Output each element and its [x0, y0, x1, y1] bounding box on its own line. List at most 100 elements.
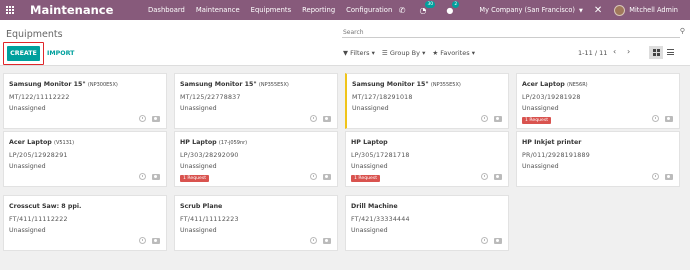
menu-equipments[interactable]: Equipments	[251, 6, 291, 14]
group-by-dropdown[interactable]: ☰ Group By ▾	[382, 49, 425, 57]
favorites-dropdown[interactable]: ★ Favorites ▾	[432, 49, 475, 57]
camera-icon[interactable]	[323, 238, 331, 244]
clock-icon[interactable]	[652, 115, 659, 122]
kanban-view-button[interactable]	[649, 46, 663, 59]
kanban-view-icon	[652, 49, 660, 56]
chevron-left-icon[interactable]: ‹	[613, 47, 616, 56]
camera-icon[interactable]	[494, 238, 502, 244]
owner-label: Unassigned	[351, 163, 388, 170]
menu-maintenance[interactable]: Maintenance	[196, 6, 240, 14]
camera-icon[interactable]	[152, 116, 160, 122]
camera-icon[interactable]	[152, 238, 160, 244]
owner-label: Unassigned	[351, 227, 388, 234]
equipment-model: (NP300E5X)	[87, 82, 118, 88]
card-title: HP Laptop	[351, 139, 388, 146]
serial-number: PR/011/2928191889	[522, 152, 590, 159]
card-title: Samsung Monitor 15" (NP300E5X)	[9, 81, 118, 88]
serial-number: LP/203/19281928	[522, 94, 581, 101]
clock-icon[interactable]	[652, 173, 659, 180]
equipment-name: Crosscut Saw: 8 ppi.	[9, 203, 82, 210]
camera-icon[interactable]	[494, 116, 502, 122]
search-icon[interactable]: ⚲	[680, 27, 685, 35]
equipment-card[interactable]: Samsung Monitor 15" (NP300E5X) MT/122/111…	[3, 73, 167, 129]
equipment-card[interactable]: Scrub Plane FT/411/11112223 Unassigned	[174, 195, 338, 251]
clock-icon[interactable]	[481, 115, 488, 122]
chevron-right-icon[interactable]: ›	[627, 47, 630, 56]
equipment-name: Scrub Plane	[180, 203, 223, 210]
camera-icon[interactable]	[665, 116, 673, 122]
equipment-card[interactable]: HP Laptop LP/305/17281718 Unassigned 1 Requ…	[345, 131, 509, 187]
camera-icon[interactable]	[323, 116, 331, 122]
close-icon[interactable]: ✕	[594, 5, 602, 16]
request-badge[interactable]: 1 Request	[180, 175, 210, 182]
request-badge[interactable]: 1 Request	[351, 175, 381, 182]
clock-icon[interactable]	[139, 237, 146, 244]
card-title: Acer Laptop (V5131)	[9, 139, 74, 146]
card-title: Drill Machine	[351, 203, 398, 210]
card-title: Samsung Monitor 15" (NP355E5X)	[180, 81, 289, 88]
clock-icon[interactable]	[139, 115, 146, 122]
owner-label: Unassigned	[522, 105, 559, 112]
owner-label: Unassigned	[180, 105, 217, 112]
equipment-card[interactable]: HP Laptop (17-j059nr) LP/303/28292090 Unas…	[174, 131, 338, 187]
messages-icon[interactable]: ● 2	[446, 0, 460, 15]
serial-number: FT/421/33334444	[351, 216, 410, 223]
menu-dashboard[interactable]: Dashboard	[148, 6, 185, 14]
clock-icon[interactable]	[481, 237, 488, 244]
owner-label: Unassigned	[180, 163, 217, 170]
clock-icon[interactable]	[310, 115, 317, 122]
equipment-name: Acer Laptop	[9, 139, 52, 146]
camera-icon[interactable]	[152, 174, 160, 180]
equipment-card[interactable]: Drill Machine FT/421/33334444 Unassigned	[345, 195, 509, 251]
user-name[interactable]: Mitchell Admin	[629, 6, 678, 14]
equipment-card[interactable]: Samsung Monitor 15" (NP355E5X) MT/127/182…	[345, 73, 509, 129]
owner-label: Unassigned	[352, 105, 389, 112]
clock-icon[interactable]	[481, 173, 488, 180]
equipment-name: Samsung Monitor 15"	[352, 81, 429, 88]
camera-icon[interactable]	[665, 174, 673, 180]
owner-label: Unassigned	[522, 163, 559, 170]
app-title[interactable]: Maintenance	[30, 3, 118, 17]
equipment-card[interactable]: Samsung Monitor 15" (NP355E5X) MT/125/227…	[174, 73, 338, 129]
company-name: My Company (San Francisco)	[479, 6, 575, 14]
equipment-model: (NP355E5X)	[430, 82, 461, 88]
camera-icon[interactable]	[323, 174, 331, 180]
owner-label: Unassigned	[180, 227, 217, 234]
clock-icon[interactable]	[139, 173, 146, 180]
equipment-model: (V5131)	[54, 140, 75, 146]
equipment-card[interactable]: HP Inkjet printer PR/011/2928191889 Unassi…	[516, 131, 680, 187]
card-title: Scrub Plane	[180, 203, 222, 210]
equipment-name: HP Laptop	[180, 139, 217, 146]
phone-icon[interactable]: ✆	[399, 6, 406, 15]
equipment-card[interactable]: Crosscut Saw: 8 ppi. FT/411/11112222 Unass…	[3, 195, 167, 251]
equipment-card[interactable]: Acer Laptop (V5131) LP/205/12928291 Unassi…	[3, 131, 167, 187]
filters-dropdown[interactable]: ▼ Filters ▾	[343, 49, 375, 57]
search-input[interactable]	[342, 28, 680, 38]
apps-menu-icon[interactable]	[0, 0, 20, 20]
import-button[interactable]: IMPORT	[47, 50, 74, 57]
serial-number: FT/411/11112223	[180, 216, 239, 223]
group-by-icon: ☰	[381, 49, 388, 57]
clock-icon[interactable]	[310, 237, 317, 244]
menu-reporting[interactable]: Reporting	[302, 6, 335, 14]
equipment-name: Samsung Monitor 15"	[180, 81, 257, 88]
pager-value[interactable]: 1-11 / 11	[578, 49, 607, 57]
serial-number: LP/303/28292090	[180, 152, 239, 159]
equipment-card[interactable]: Acer Laptop (NE56R) LP/203/19281928 Unassi…	[516, 73, 680, 129]
clock-icon[interactable]	[310, 173, 317, 180]
create-button[interactable]: CREATE	[7, 46, 40, 61]
camera-icon[interactable]	[494, 174, 502, 180]
serial-number: MT/127/18291018	[352, 94, 413, 101]
filter-icon: ▼	[343, 49, 348, 57]
messages-badge: 2	[452, 0, 460, 8]
menu-configuration[interactable]: Configuration	[346, 6, 392, 14]
request-badge[interactable]: 1 Request	[522, 117, 552, 124]
avatar[interactable]	[614, 4, 626, 16]
equipment-name: Acer Laptop	[522, 81, 565, 88]
company-switcher[interactable]: My Company (San Francisco) ▼	[479, 6, 582, 14]
star-icon: ★	[432, 49, 439, 57]
list-view-button[interactable]	[667, 49, 674, 55]
activity-icon[interactable]: ◔ 30	[419, 0, 436, 15]
caret-down-icon: ▾	[371, 49, 375, 57]
owner-label: Unassigned	[9, 105, 46, 112]
